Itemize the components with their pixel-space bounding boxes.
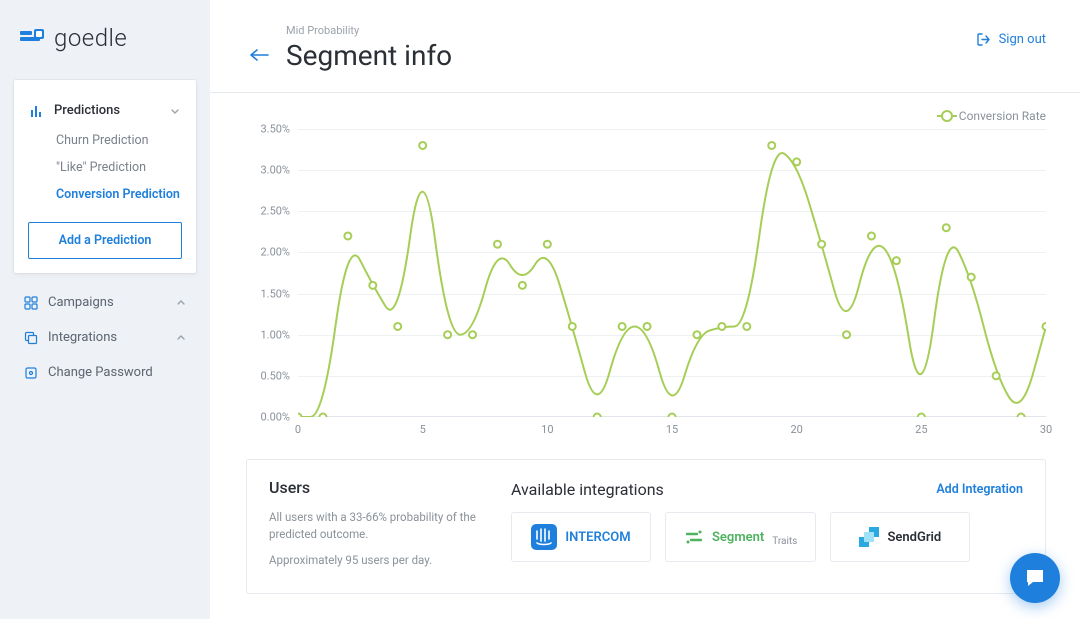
integration-intercom-label: INTERCOM <box>565 530 630 545</box>
y-tick-label: 1.50% <box>260 287 290 300</box>
x-tick-label: 15 <box>666 423 678 436</box>
chat-icon <box>1023 566 1047 590</box>
key-icon <box>24 366 38 380</box>
y-tick-label: 0.50% <box>260 369 290 382</box>
heading: Mid Probability Segment info <box>286 24 452 72</box>
brand: goedle <box>0 16 210 68</box>
nav-campaigns[interactable]: Campaigns <box>14 285 196 320</box>
add-integration-link[interactable]: Add Integration <box>936 482 1023 497</box>
signout-button[interactable]: Sign out <box>976 32 1046 47</box>
x-tick-label: 5 <box>420 423 426 436</box>
chart-area: 0.00%0.50%1.00%1.50%2.00%2.50%3.00%3.50%… <box>246 129 1046 439</box>
brand-name: goedle <box>54 24 127 52</box>
y-tick-label: 3.00% <box>260 164 290 177</box>
x-tick-label: 10 <box>541 423 553 436</box>
chart-legend: Conversion Rate <box>246 109 1046 123</box>
logo-icon <box>20 25 46 51</box>
main: Mid Probability Segment info Sign out Co… <box>210 0 1080 619</box>
chevron-up-icon <box>176 298 186 308</box>
sidebar: goedle Predictions Churn Prediction "Lik… <box>0 0 210 619</box>
signout-icon <box>976 32 991 47</box>
grid-icon <box>24 296 38 310</box>
users-col: Users All users with a 33-66% probabilit… <box>269 478 479 579</box>
chevron-down-icon <box>170 106 180 116</box>
nav-predictions-label: Predictions <box>54 103 120 118</box>
x-tick-label: 0 <box>295 423 301 436</box>
users-approx: Approximately 95 users per day. <box>269 552 479 569</box>
integration-intercom[interactable]: INTERCOM <box>511 512 651 562</box>
integration-segment-sub: Traits <box>772 536 797 547</box>
nav-other: Campaigns Integrations Change Password <box>0 285 210 390</box>
chevron-up-icon <box>176 333 186 343</box>
y-tick-label: 2.00% <box>260 246 290 259</box>
nav-conversion[interactable]: Conversion Prediction <box>14 181 196 208</box>
users-heading: Users <box>269 478 479 497</box>
page-title: Segment info <box>286 39 452 72</box>
y-tick-label: 0.00% <box>260 411 290 424</box>
chart: Conversion Rate 0.00% 0.50% 1.00% 1.50% 2.00… <box>210 93 1080 439</box>
nav-integrations[interactable]: Integrations <box>14 320 196 355</box>
sendgrid-icon <box>859 527 879 547</box>
integrations-col: Available integrations Add Integration I… <box>511 478 1023 562</box>
bars-icon <box>30 104 44 118</box>
topbar: Mid Probability Segment info Sign out <box>210 0 1080 93</box>
segment-icon <box>684 527 704 547</box>
nav-integrations-label: Integrations <box>48 330 117 345</box>
nav-campaigns-label: Campaigns <box>48 295 114 310</box>
nav-change-password-label: Change Password <box>48 365 153 380</box>
users-desc: All users with a 33-66% probability of t… <box>269 509 479 542</box>
nav-churn[interactable]: Churn Prediction <box>14 127 196 154</box>
nav-predictions[interactable]: Predictions <box>14 94 196 127</box>
nav-like[interactable]: "Like" Prediction <box>14 154 196 181</box>
integrations-heading: Available integrations <box>511 480 664 499</box>
arrow-left-icon <box>248 48 270 62</box>
integration-segment[interactable]: Segment Traits <box>665 512 816 562</box>
integration-sendgrid-label: SendGrid <box>887 530 941 545</box>
x-tick-label: 30 <box>1040 423 1052 436</box>
y-tick-label: 2.50% <box>260 205 290 218</box>
signout-label: Sign out <box>999 32 1046 47</box>
predictions-card: Predictions Churn Prediction "Like" Pred… <box>14 80 196 273</box>
x-tick-label: 20 <box>790 423 802 436</box>
legend-marker-icon <box>941 110 953 122</box>
bottom-card: Users All users with a 33-66% probabilit… <box>246 459 1046 594</box>
back-button[interactable] <box>246 42 272 68</box>
integration-sendgrid[interactable]: SendGrid <box>830 512 970 562</box>
y-tick-label: 3.50% <box>260 123 290 136</box>
add-prediction-button[interactable]: Add a Prediction <box>28 222 182 259</box>
legend-label: Conversion Rate <box>959 109 1046 123</box>
layers-icon <box>24 331 38 345</box>
chat-launcher[interactable] <box>1010 553 1060 603</box>
kicker: Mid Probability <box>286 24 452 37</box>
x-tick-label: 25 <box>915 423 927 436</box>
y-tick-label: 1.00% <box>260 328 290 341</box>
intercom-icon <box>531 524 557 550</box>
nav-change-password[interactable]: Change Password <box>14 355 196 390</box>
integration-segment-label: Segment <box>712 530 764 545</box>
